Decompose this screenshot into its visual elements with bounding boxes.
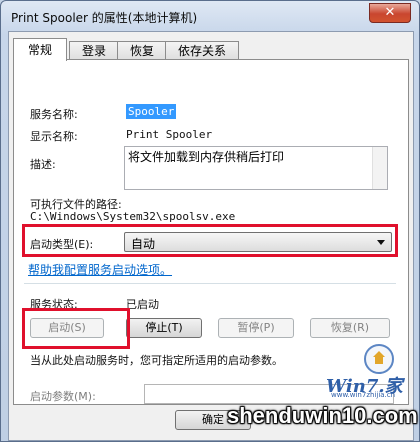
resume-button[interactable]: 恢复(R) bbox=[310, 318, 390, 338]
window-title: Print Spooler 的属性(本地计算机) bbox=[11, 11, 198, 25]
tab-general[interactable]: 常规 bbox=[13, 38, 67, 61]
watermark-url: www.win7zhijia.cn bbox=[331, 391, 396, 399]
tab-recovery-label: 恢复 bbox=[129, 44, 154, 58]
separator bbox=[24, 283, 396, 284]
site-watermark: shenduwin10.com bbox=[227, 403, 418, 428]
help-configure-link[interactable]: 帮助我配置服务启动选项。 bbox=[28, 261, 172, 278]
title-bar[interactable]: Print Spooler 的属性(本地计算机) ✕ bbox=[1, 1, 419, 31]
service-name-label: 服务名称: bbox=[30, 108, 78, 121]
pause-button-label: 暂停(P) bbox=[237, 321, 275, 334]
close-button[interactable]: ✕ bbox=[369, 3, 411, 23]
ok-button-label: 确定 bbox=[202, 413, 224, 426]
tab-general-label: 常规 bbox=[27, 43, 52, 57]
display-name-value[interactable]: Print Spooler bbox=[126, 128, 212, 141]
pause-button[interactable]: 暂停(P) bbox=[218, 318, 294, 338]
service-status-value: 已启动 bbox=[126, 298, 159, 311]
start-hint: 当从此处启动服务时，您可指定所适用的启动参数。 bbox=[30, 354, 283, 367]
highlight-start-button bbox=[22, 308, 130, 349]
description-label: 描述: bbox=[30, 158, 56, 171]
stop-button-label: 停止(T) bbox=[145, 321, 183, 334]
description-field[interactable]: 将文件加载到内存供稍后打印 bbox=[124, 146, 388, 190]
tab-logon-label: 登录 bbox=[81, 44, 106, 58]
tab-dependencies-label: 依存关系 bbox=[177, 44, 226, 58]
stop-button[interactable]: 停止(T) bbox=[126, 318, 202, 338]
start-params-label: 启动参数(M): bbox=[30, 390, 96, 403]
tab-logon[interactable]: 登录 bbox=[69, 41, 119, 60]
description-text: 将文件加载到内存供稍后打印 bbox=[128, 150, 285, 164]
service-name-value[interactable]: Spooler bbox=[126, 104, 177, 119]
properties-window: Print Spooler 的属性(本地计算机) ✕ 常规 登录 恢复 依存关系… bbox=[0, 0, 420, 442]
display-name-label: 显示名称: bbox=[30, 130, 78, 143]
resume-button-label: 恢复(R) bbox=[330, 321, 370, 334]
highlight-startup-type bbox=[22, 224, 398, 257]
tab-recovery[interactable]: 恢复 bbox=[117, 41, 167, 60]
description-scrollbar[interactable] bbox=[372, 147, 387, 189]
exe-path-value[interactable]: C:\Windows\System32\spoolsv.exe bbox=[30, 210, 235, 223]
close-icon: ✕ bbox=[384, 5, 396, 20]
tab-dependencies[interactable]: 依存关系 bbox=[165, 41, 239, 60]
